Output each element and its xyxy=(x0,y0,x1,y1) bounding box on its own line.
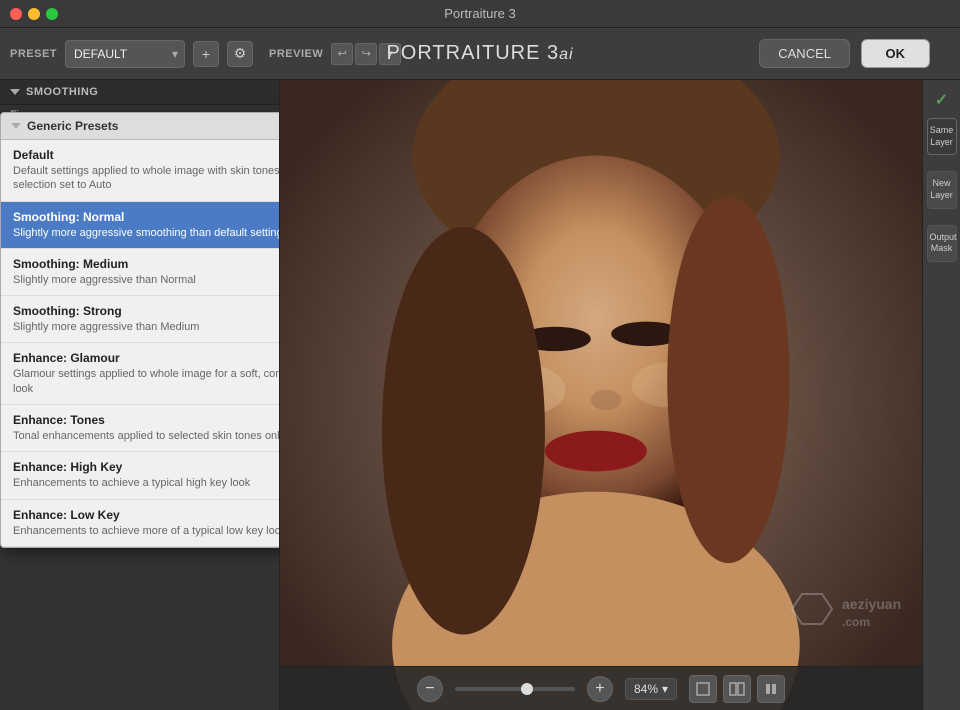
smoothing-label: SMOOTHING xyxy=(26,86,98,98)
preset-item-highkey-title: Enhance: High Key xyxy=(13,460,280,474)
toolbar: PRESET DEFAULT ▾ + ⚙ PREVIEW ↩ ↪ ▾ PORTR… xyxy=(0,28,960,80)
redo-button[interactable]: ↪ xyxy=(355,43,377,65)
portrait-image: aeziyuan .com xyxy=(280,80,922,710)
preset-item-default[interactable]: Default Default settings applied to whol… xyxy=(1,140,280,202)
same-layer-check: ✓ xyxy=(935,90,948,110)
app-title-text: PORTRAITURE 3 xyxy=(386,42,559,64)
preset-item-strong-title: Smoothing: Strong xyxy=(13,304,280,318)
preset-item-tones-desc: Tonal enhancements applied to selected s… xyxy=(13,429,280,443)
portrait-svg xyxy=(280,80,922,710)
preset-item-default-desc: Default settings applied to whole image … xyxy=(13,164,280,193)
preset-value: DEFAULT xyxy=(74,47,127,61)
dropdown-triangle-icon xyxy=(11,123,21,129)
settings-button[interactable]: ⚙ xyxy=(227,41,253,67)
preset-item-normal-desc: Slightly more aggressive smoothing than … xyxy=(13,226,280,240)
view-buttons xyxy=(689,675,785,703)
single-view-button[interactable] xyxy=(689,675,717,703)
preset-label: PRESET xyxy=(10,48,57,60)
split-view-icon xyxy=(729,681,745,697)
zoom-slider[interactable] xyxy=(455,687,575,691)
main-layout: SMOOTHING Fine Medium Large Threshold SM… xyxy=(0,80,960,710)
dropdown-header: Generic Presets xyxy=(1,113,280,140)
preset-item-highkey[interactable]: Enhance: High Key Enhancements to achiev… xyxy=(1,452,280,499)
image-area: aeziyuan .com − + 84% ▾ xyxy=(280,80,922,710)
zoom-in-button[interactable]: + xyxy=(587,676,613,702)
dropdown-header-text: Generic Presets xyxy=(27,119,118,133)
preview-label: PREVIEW xyxy=(269,48,323,60)
preset-item-strong[interactable]: Smoothing: Strong Slightly more aggressi… xyxy=(1,296,280,343)
preset-item-strong-desc: Slightly more aggressive than Medium xyxy=(13,320,280,334)
pause-icon xyxy=(763,681,779,697)
preset-item-glamour-title: Enhance: Glamour xyxy=(13,351,280,365)
smoothing-section-header[interactable]: SMOOTHING xyxy=(0,80,279,105)
cancel-button[interactable]: CANCEL xyxy=(759,39,850,68)
preset-dropdown[interactable]: DEFAULT ▾ xyxy=(65,40,185,68)
app-title-ai: ai xyxy=(559,46,573,63)
new-layer-button[interactable]: NewLayer xyxy=(927,171,957,208)
add-preset-button[interactable]: + xyxy=(193,41,219,67)
maximize-button[interactable] xyxy=(46,8,58,20)
ok-button[interactable]: OK xyxy=(861,39,931,68)
zoom-slider-thumb[interactable] xyxy=(521,683,533,695)
undo-button[interactable]: ↩ xyxy=(331,43,353,65)
preset-item-normal[interactable]: Smoothing: Normal Slightly more aggressi… xyxy=(1,202,280,249)
traffic-lights xyxy=(10,8,58,20)
chevron-down-icon: ▾ xyxy=(172,47,178,61)
left-panel: SMOOTHING Fine Medium Large Threshold SM… xyxy=(0,80,280,710)
preset-item-medium[interactable]: Smoothing: Medium Slightly more aggressi… xyxy=(1,249,280,296)
preset-item-medium-title: Smoothing: Medium xyxy=(13,257,280,271)
split-view-button[interactable] xyxy=(723,675,751,703)
pause-button[interactable] xyxy=(757,675,785,703)
zoom-value-box[interactable]: 84% ▾ xyxy=(625,678,677,700)
same-layer-button[interactable]: SameLayer xyxy=(927,118,957,155)
app-title: PORTRAITURE 3ai xyxy=(386,42,573,65)
single-view-icon xyxy=(695,681,711,697)
preset-item-highkey-desc: Enhancements to achieve a typical high k… xyxy=(13,476,280,490)
preset-item-tones[interactable]: Enhance: Tones Tonal enhancements applie… xyxy=(1,405,280,452)
titlebar: Portraiture 3 xyxy=(0,0,960,28)
triangle-down-icon xyxy=(10,89,20,95)
output-mask-button[interactable]: OutputMask xyxy=(927,225,957,262)
right-panel: ✓ SameLayer NewLayer OutputMask xyxy=(922,80,960,710)
minimize-button[interactable] xyxy=(28,8,40,20)
zoom-out-button[interactable]: − xyxy=(417,676,443,702)
preset-item-lowkey[interactable]: Enhance: Low Key Enhancements to achieve… xyxy=(1,500,280,547)
gear-icon: ⚙ xyxy=(234,45,247,62)
zoom-dropdown-arrow: ▾ xyxy=(662,682,668,696)
preset-item-default-title: Default xyxy=(13,148,280,162)
image-bottom-bar: − + 84% ▾ xyxy=(280,666,922,710)
plus-icon: + xyxy=(202,46,210,62)
preset-item-medium-desc: Slightly more aggressive than Normal xyxy=(13,273,280,287)
preset-item-tones-title: Enhance: Tones xyxy=(13,413,280,427)
preset-dropdown-menu: Generic Presets Default Default settings… xyxy=(0,112,280,548)
zoom-percent: 84% xyxy=(634,682,658,696)
preset-item-lowkey-desc: Enhancements to achieve more of a typica… xyxy=(13,524,280,538)
preset-item-glamour[interactable]: Enhance: Glamour Glamour settings applie… xyxy=(1,343,280,405)
preset-item-glamour-desc: Glamour settings applied to whole image … xyxy=(13,367,280,396)
preset-item-normal-title: Smoothing: Normal xyxy=(13,210,280,224)
preset-item-lowkey-title: Enhance: Low Key xyxy=(13,508,280,522)
close-button[interactable] xyxy=(10,8,22,20)
window-title: Portraiture 3 xyxy=(444,6,516,21)
